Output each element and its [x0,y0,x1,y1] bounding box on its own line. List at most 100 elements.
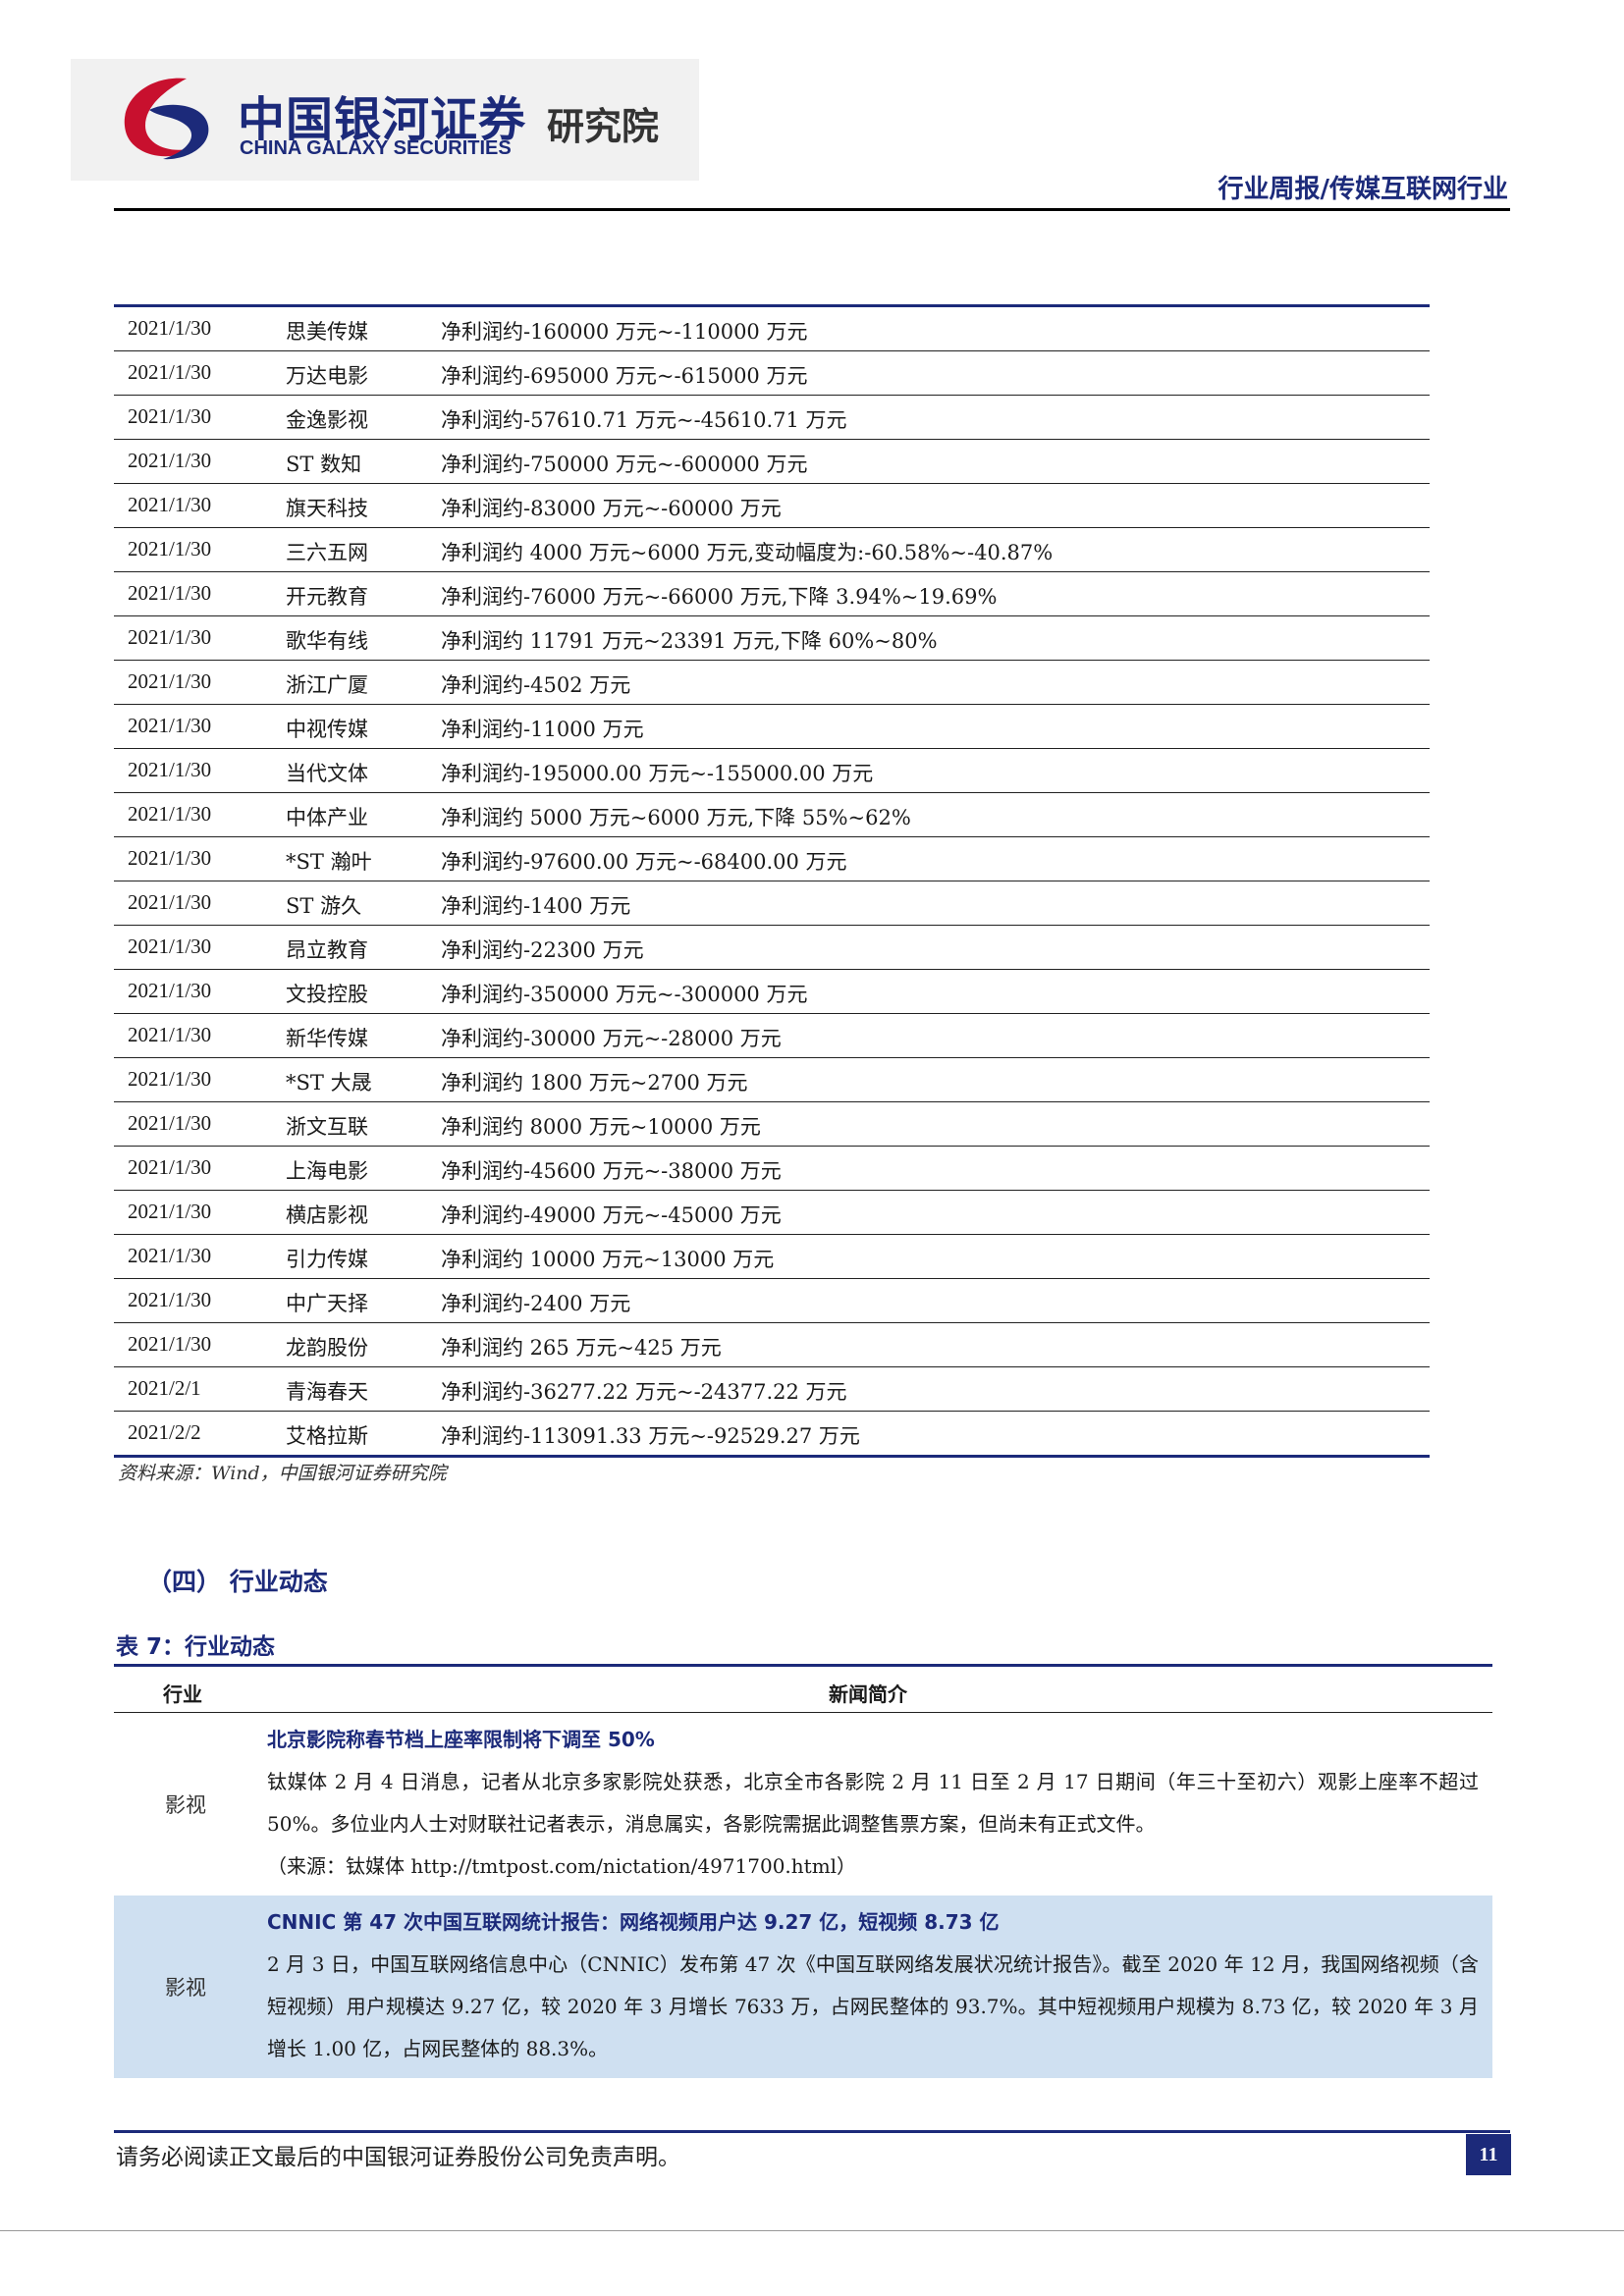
row-company: 浙文互联 [286,1115,368,1139]
row-forecast: 净利润约-76000 万元~-66000 万元,下降 3.94%~19.69% [441,585,998,609]
row-date: 2021/1/30 [128,1067,212,1091]
logo-english-name: CHINA GALAXY SECURITIES [240,137,512,159]
row-company: 万达电影 [286,364,368,388]
table-row: 2021/1/30 ST 游久 净利润约-1400 万元 [114,881,1430,926]
row-company: 青海春天 [286,1380,368,1404]
table-row: 2021/1/30 新华传媒 净利润约-30000 万元~-28000 万元 [114,1014,1430,1058]
table-row: 2021/1/30 万达电影 净利润约-695000 万元~-615000 万元 [114,351,1430,396]
news-body: 2 月 3 日，中国互联网络信息中心（CNNIC）发布第 47 次《中国互联网络… [267,1952,1479,2060]
row-forecast: 净利润约-22300 万元 [441,938,644,962]
table-row: 2021/2/2 艾格拉斯 净利润约-113091.33 万元~-92529.27 … [114,1412,1430,1458]
row-company: 文投控股 [286,983,368,1006]
industry-news-table: 行业 新闻简介 影视 北京影院称春节档上座率限制将下调至 50% 钛媒体 2 月… [114,1664,1492,2078]
table-row: 2021/1/30 上海电影 净利润约-45600 万元~-38000 万元 [114,1147,1430,1191]
table-row: 2021/1/30 思美传媒 净利润约-160000 万元~-110000 万元 [114,307,1430,351]
row-date: 2021/1/30 [128,449,212,472]
table-row: 2021/1/30 昂立教育 净利润约-22300 万元 [114,926,1430,970]
row-forecast: 净利润约-160000 万元~-110000 万元 [441,320,808,344]
row-company: *ST 大晟 [286,1071,372,1095]
row-date: 2021/1/30 [128,890,212,914]
row-date: 2021/1/30 [128,1023,212,1046]
row-company: 中视传媒 [286,718,368,741]
row-forecast: 净利润约-36277.22 万元~-24377.22 万元 [441,1380,847,1404]
table-row: 2021/1/30 中体产业 净利润约 5000 万元~6000 万元,下降 55%… [114,793,1430,837]
row-company: 横店影视 [286,1203,368,1227]
row-forecast: 净利润约-195000.00 万元~-155000.00 万元 [441,762,874,785]
row-company: 上海电影 [286,1159,368,1183]
row-date: 2021/1/30 [128,404,212,428]
earnings-forecast-table: 2021/1/30 思美传媒 净利润约-160000 万元~-110000 万元 20… [114,304,1430,1458]
news-body: 钛媒体 2 月 4 日消息，记者从北京多家影院处获悉，北京全市各影院 2 月 1… [267,1770,1479,1836]
row-forecast: 净利润约-2400 万元 [441,1292,631,1315]
news-industry: 影视 [165,1976,206,2000]
row-forecast: 净利润约-57610.71 万元~-45610.71 万元 [441,408,847,432]
report-type-title: 行业周报/传媒互联网行业 [1218,175,1509,204]
table-row: 2021/1/30 ST 数知 净利润约-750000 万元~-600000 万元 [114,440,1430,484]
row-forecast: 净利润约-83000 万元~-60000 万元 [441,497,782,520]
table-row: 2021/1/30 金逸影视 净利润约-57610.71 万元~-45610.71 … [114,396,1430,440]
row-company: ST 数知 [286,453,362,476]
row-company: 金逸影视 [286,408,368,432]
row-forecast: 净利润约-11000 万元 [441,718,644,741]
news-row: 影视 北京影院称春节档上座率限制将下调至 50% 钛媒体 2 月 4 日消息，记… [114,1713,1492,1896]
page-number: 11 [1466,2134,1511,2175]
row-date: 2021/1/30 [128,714,212,737]
header-news: 新闻简介 [829,1682,907,1706]
row-date: 2021/1/30 [128,537,212,561]
row-forecast: 净利润约-97600.00 万元~-68400.00 万元 [441,850,847,874]
section-heading: （四） 行业动态 [147,1568,328,1596]
row-forecast: 净利润约 5000 万元~6000 万元,下降 55%~62% [441,806,911,829]
table-row: 2021/1/30 引力传媒 净利润约 10000 万元~13000 万元 [114,1235,1430,1279]
row-company: 旗天科技 [286,497,368,520]
row-forecast: 净利润约-45600 万元~-38000 万元 [441,1159,782,1183]
row-date: 2021/1/30 [128,802,212,826]
row-forecast: 净利润约-4502 万元 [441,673,631,697]
row-company: 中体产业 [286,806,368,829]
row-forecast: 净利润约-113091.33 万元~-92529.27 万元 [441,1424,860,1448]
row-company: 艾格拉斯 [286,1424,368,1448]
row-date: 2021/1/30 [128,669,212,693]
galaxy-logo-icon [124,78,209,160]
row-forecast: 净利润约 10000 万元~13000 万元 [441,1248,775,1271]
table-row: 2021/1/30 横店影视 净利润约-49000 万元~-45000 万元 [114,1191,1430,1235]
table-row: 2021/1/30 文投控股 净利润约-350000 万元~-300000 万元 [114,970,1430,1014]
row-company: 龙韵股份 [286,1336,368,1360]
row-date: 2021/1/30 [128,934,212,958]
row-company: 昂立教育 [286,938,368,962]
table-row: 2021/1/30 *ST 瀚叶 净利润约-97600.00 万元~-68400.0… [114,837,1430,881]
company-logo: 中国银河证券 CHINA GALAXY SECURITIES 研究院 [71,59,699,181]
row-date: 2021/1/30 [128,316,212,340]
table-row: 2021/1/30 *ST 大晟 净利润约 1800 万元~2700 万元 [114,1058,1430,1102]
news-source: （来源：钛媒体 http://tmtpost.com/nictation/497… [267,1854,857,1878]
table-row: 2021/1/30 龙韵股份 净利润约 265 万元~425 万元 [114,1323,1430,1367]
row-forecast: 净利润约-750000 万元~-600000 万元 [441,453,808,476]
row-company: ST 游久 [286,894,362,918]
row-forecast: 净利润约-695000 万元~-615000 万元 [441,364,808,388]
row-date: 2021/1/30 [128,758,212,781]
table-row: 2021/1/30 歌华有线 净利润约 11791 万元~23391 万元,下降 6… [114,616,1430,661]
row-company: 当代文体 [286,762,368,785]
row-date: 2021/1/30 [128,360,212,384]
table-row: 2021/2/1 青海春天 净利润约-36277.22 万元~-24377.22 万… [114,1367,1430,1412]
row-forecast: 净利润约-30000 万元~-28000 万元 [441,1027,782,1050]
row-forecast: 净利润约 265 万元~425 万元 [441,1336,722,1360]
news-row: 影视 CNNIC 第 47 次中国互联网统计报告：网络视频用户达 9.27 亿，… [114,1896,1492,2078]
table-caption: 表 7：行业动态 [116,1634,276,1660]
row-date: 2021/1/30 [128,1111,212,1135]
row-company: 思美传媒 [286,320,368,344]
row-date: 2021/1/30 [128,625,212,649]
footer-divider [114,2130,1510,2133]
news-table-header: 行业 新闻简介 [114,1667,1492,1713]
row-date: 2021/1/30 [128,1332,212,1356]
row-forecast: 净利润约-49000 万元~-45000 万元 [441,1203,782,1227]
table-row: 2021/1/30 浙江广厦 净利润约-4502 万元 [114,661,1430,705]
row-date: 2021/1/30 [128,979,212,1002]
row-forecast: 净利润约 8000 万元~10000 万元 [441,1115,761,1139]
row-company: 引力传媒 [286,1248,368,1271]
news-industry: 影视 [165,1793,206,1817]
disclaimer-note: 请务必阅读正文最后的中国银河证券股份公司免责声明。 [116,2145,680,2170]
header-industry: 行业 [163,1682,202,1706]
row-date: 2021/2/1 [128,1376,201,1400]
row-company: 新华传媒 [286,1027,368,1050]
row-forecast: 净利润约 11791 万元~23391 万元,下降 60%~80% [441,629,938,653]
